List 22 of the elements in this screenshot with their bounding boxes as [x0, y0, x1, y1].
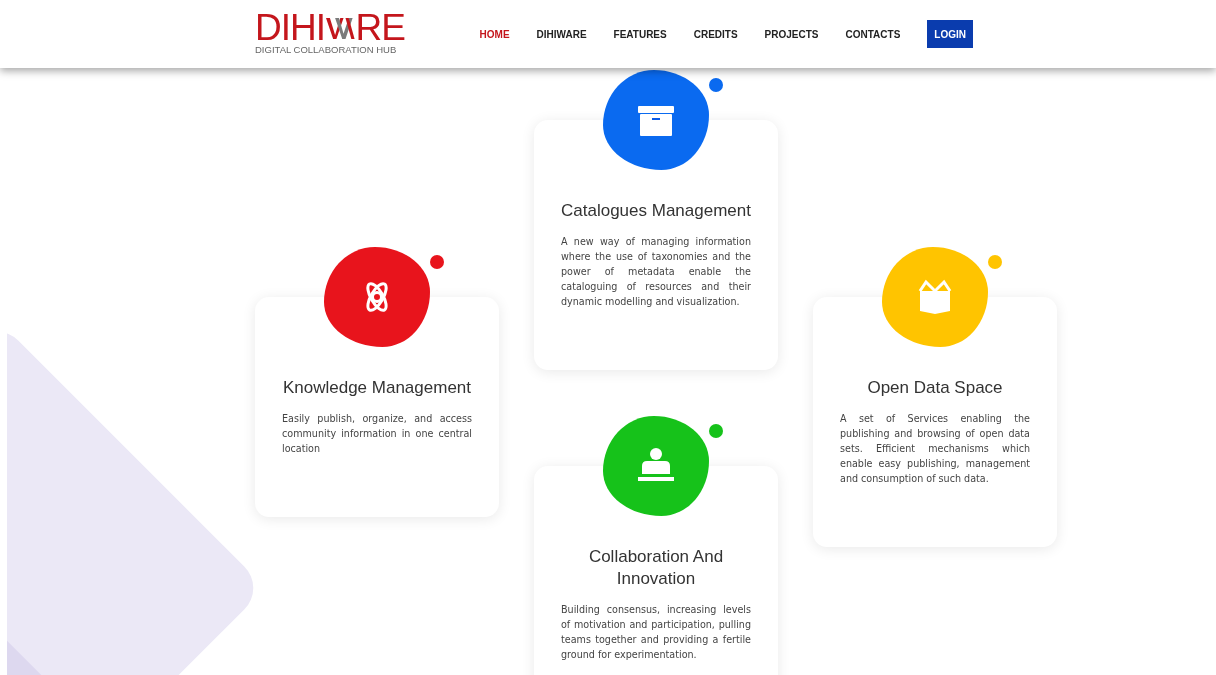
splash-dot [709, 424, 723, 438]
splash-dot [430, 255, 444, 269]
logo-tagline: DIGITAL COLLABORATION HUB [255, 44, 398, 55]
login-button[interactable]: LOGIN [927, 20, 973, 48]
card-title: Open Data Space [867, 377, 1003, 399]
card-description: Easily publish, organize, and access community information in one central location [282, 412, 472, 456]
card-title: Catalogues Management [561, 200, 751, 222]
nav-link[interactable]: DIHIWARE [536, 28, 587, 40]
nav-link[interactable]: FEATURES [613, 28, 667, 40]
card-description: A set of Services enabling the publishing and browsing of open data sets. Efficient mechanisms which enable easy publishing, management and consumption of such data. [840, 412, 1030, 486]
logo-text: DIHI [255, 13, 325, 43]
card-title: Knowledge Management [282, 377, 472, 399]
nav-link[interactable]: CONTACTS [845, 28, 901, 40]
nav-link[interactable]: HOME [479, 28, 510, 40]
logo-text: RE [355, 13, 405, 43]
nav-link[interactable]: PROJECTS [764, 28, 819, 40]
splash-dot [709, 78, 723, 92]
splash-dot [988, 255, 1002, 269]
card-description: Building consensus, increasing levels of motivation and participation, pulling teams together and providing a fertile ground for experimentation. [561, 603, 751, 662]
card-title: Collaboration And Innovation [587, 546, 725, 590]
card-description: A new way of managing information where the use of taxonomies and the power of metadata enable the cataloguing of resources and their dynamic modelling and visualization. [561, 235, 751, 309]
nav-link[interactable]: CREDITS [693, 28, 738, 40]
